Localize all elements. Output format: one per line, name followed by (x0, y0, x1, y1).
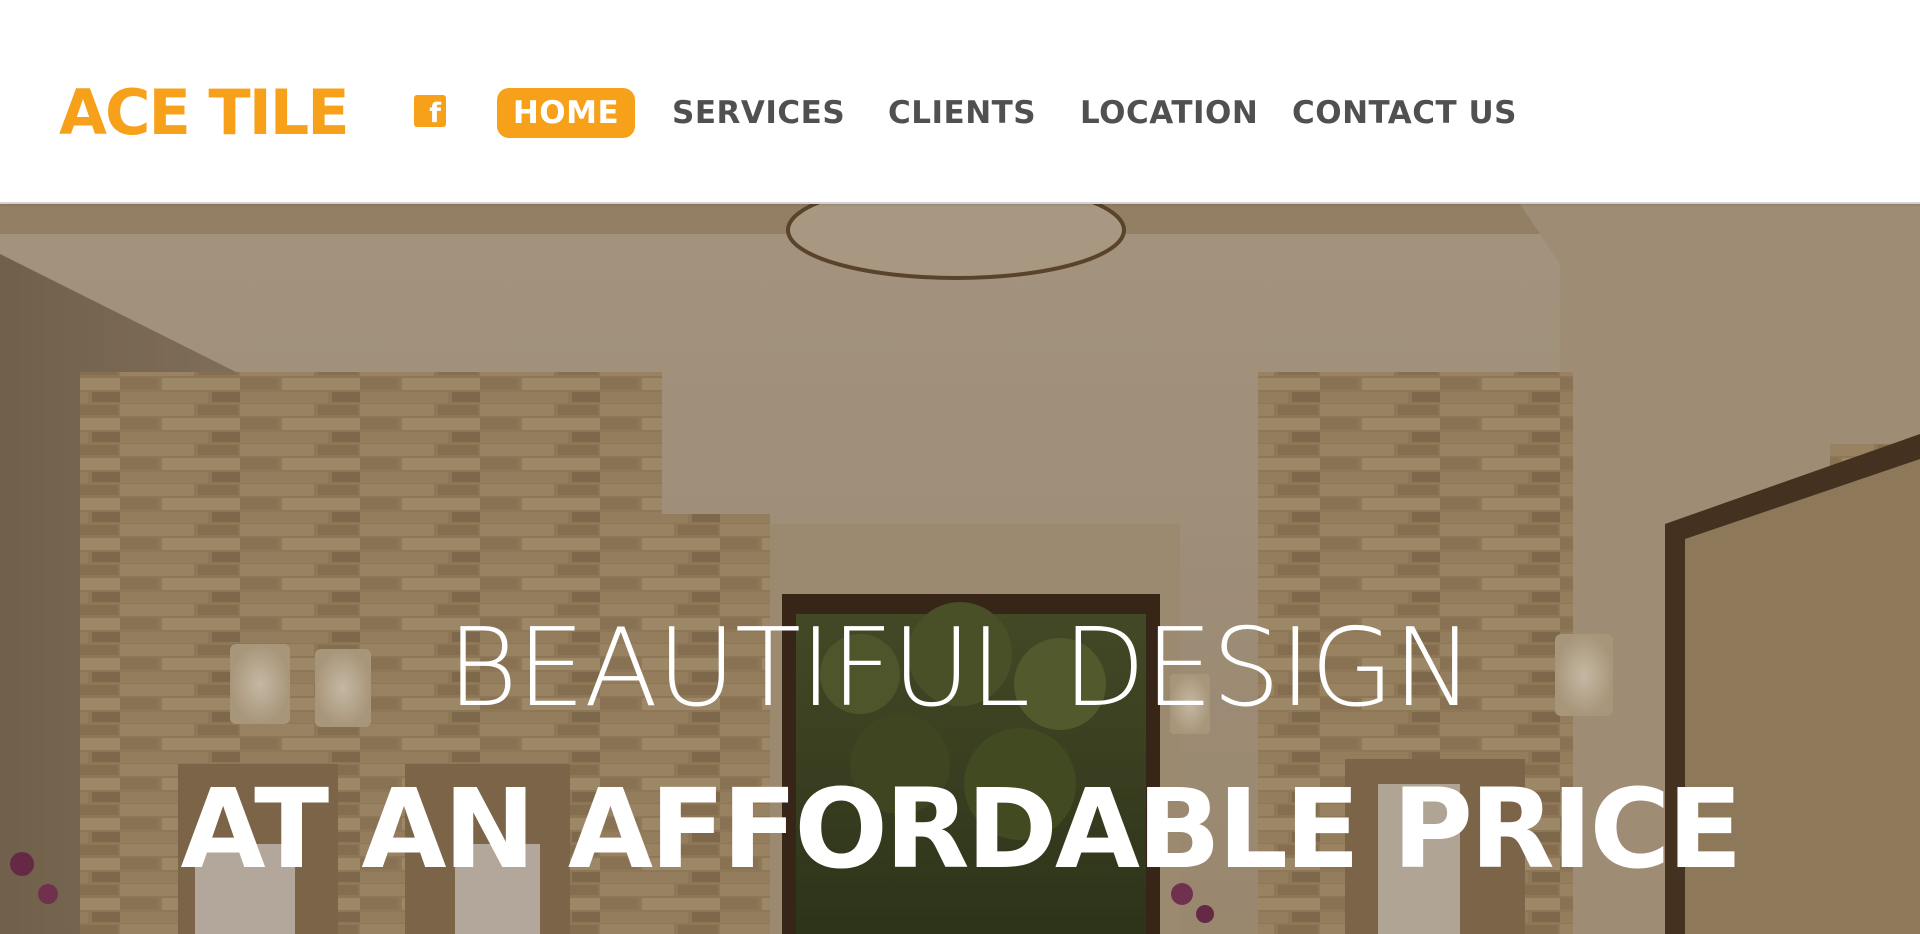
nav-location[interactable]: LOCATION (1080, 88, 1258, 138)
facebook-icon[interactable]: f (414, 95, 446, 129)
nav-services[interactable]: SERVICES (672, 88, 845, 138)
site-logo[interactable]: ACE TILE (59, 80, 350, 146)
hero-banner: BEAUTIFUL DESIGN AT AN AFFORDABLE PRICE (0, 204, 1920, 934)
site-header: ACE TILE f HOME SERVICES CLIENTS LOCATIO… (0, 0, 1920, 204)
nav-home[interactable]: HOME (497, 88, 635, 138)
hero-headline-line1: BEAUTIFUL DESIGN (447, 606, 1474, 731)
hero-headline-line2: AT AN AFFORDABLE PRICE (180, 765, 1743, 893)
nav-contact-us[interactable]: CONTACT US (1292, 88, 1517, 138)
facebook-glyph: f (429, 98, 441, 129)
nav-clients[interactable]: CLIENTS (888, 88, 1036, 138)
